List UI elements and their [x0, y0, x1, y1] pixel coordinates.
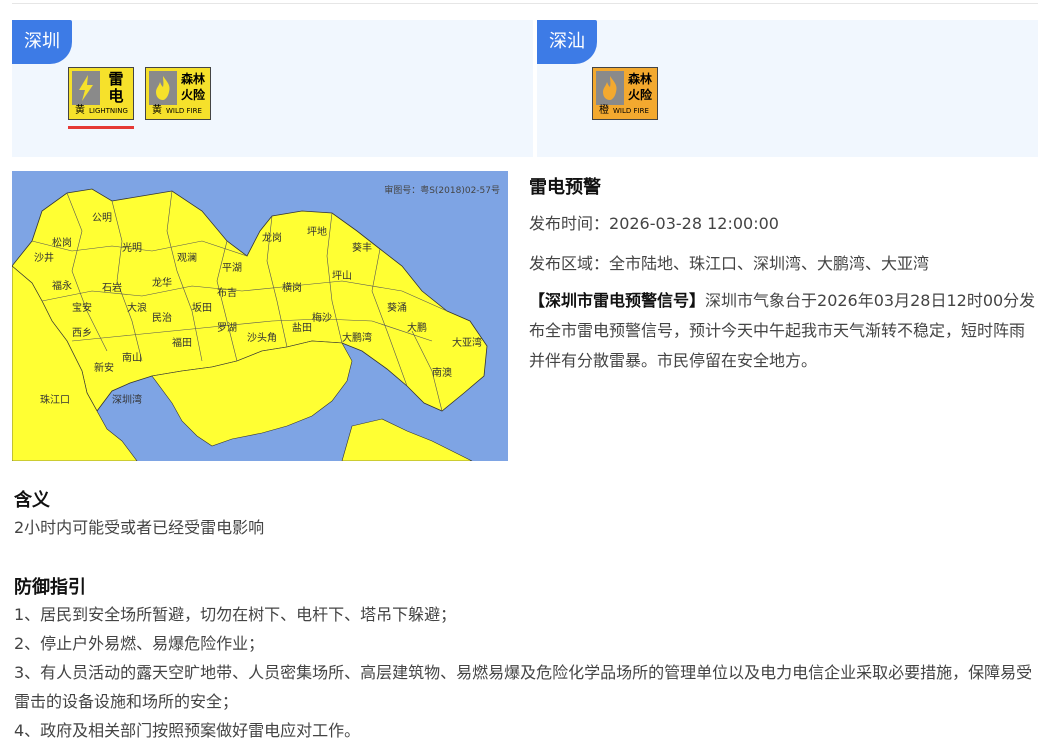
publish-time-label: 发布时间：: [529, 214, 610, 233]
map-label: 横岗: [282, 281, 302, 294]
map-label: 梅沙: [312, 311, 332, 324]
map-label: 龙岗: [262, 231, 282, 244]
region-panel-shenzhen: 深圳 雷电 黄 LIGHTNING 森林 火险 黄 WILD FIRE: [12, 20, 533, 157]
top-divider: [12, 3, 1038, 4]
map-label: 坪山: [332, 269, 352, 282]
warning-detail: 雷电预警 发布时间：2026-03-28 12:00:00 发布区域：全市陆地、…: [529, 172, 1038, 376]
fire-icon: [149, 71, 177, 105]
map-label: 公明: [92, 212, 112, 224]
warning-badge-wildfire-en: WILD FIRE: [166, 107, 202, 115]
signal-title: 【深圳市雷电预警信号】: [529, 291, 706, 310]
defense-guide-title: 防御指引: [14, 577, 86, 598]
warning-level: 黄: [75, 105, 85, 116]
map-label: 南山: [122, 351, 142, 364]
map-approval-number: 审图号：粤S(2018)02-57号: [384, 186, 500, 196]
region-panel-shenshan: 深汕 森林 火险 橙 WILD FIRE: [537, 20, 1038, 157]
map-label: 坪地: [307, 225, 327, 238]
map-label: 大浪: [127, 301, 147, 314]
map-label: 珠江口: [40, 393, 70, 406]
list-item: 2、停止户外易燃、易爆危险作业；: [14, 634, 265, 653]
warning-badge-lightning-en: LIGHTNING: [89, 107, 128, 115]
warning-level: 黄: [152, 105, 162, 116]
meaning-text: 2小时内可能受或者已经受雷电影响: [14, 518, 265, 537]
map-label: 西乡: [72, 327, 92, 339]
map-label: 龙华: [152, 276, 172, 289]
map-label: 福永: [52, 279, 72, 292]
lightning-icon: [72, 71, 100, 105]
defense-guide-list: 1、居民到安全场所暂避，切勿在树下、电杆下、塔吊下躲避； 2、停止户外易燃、易爆…: [14, 600, 1034, 745]
defense-guide-section: 防御指引 1、居民到安全场所暂避，切勿在树下、电杆下、塔吊下躲避； 2、停止户外…: [14, 576, 1034, 745]
map-label: 大鹏: [407, 321, 427, 334]
publish-area-label: 发布区域：: [529, 254, 610, 273]
map-label: 光明: [122, 241, 142, 254]
map-label: 罗湖: [217, 322, 237, 334]
list-item: 1、居民到安全场所暂避，切勿在树下、电杆下、塔吊下躲避；: [14, 605, 457, 624]
map-label: 盐田: [292, 321, 312, 334]
map-label: 南澳: [432, 366, 452, 379]
list-item: 4、政府及相关部门按照预案做好雷电应对工作。: [14, 721, 361, 740]
warning-badge-wildfire-cn: 森林 火险: [180, 72, 205, 102]
region-warning-panels: 深圳 雷电 黄 LIGHTNING 森林 火险 黄 WILD FIRE 深汕 森…: [12, 20, 1038, 157]
map-label: 布吉: [217, 287, 237, 299]
map-label: 福田: [172, 336, 192, 349]
warning-badge-lightning[interactable]: 雷电 黄 LIGHTNING: [68, 67, 134, 120]
map-label: 石岩: [102, 281, 122, 294]
list-item: 3、有人员活动的露天空旷地带、人员密集场所、高层建筑物、易燃易爆及危险化学品场所…: [14, 663, 1033, 711]
fire-icon: [596, 71, 624, 105]
region-tag-shenshan[interactable]: 深汕: [537, 20, 597, 64]
publish-time-row: 发布时间：2026-03-28 12:00:00: [529, 204, 1038, 244]
map-label: 坂田: [192, 302, 212, 314]
warning-badge-wildfire-orange[interactable]: 森林 火险 橙 WILD FIRE: [592, 67, 658, 120]
map-label: 松岗: [52, 236, 72, 249]
region-tag-shenzhen[interactable]: 深圳: [12, 20, 72, 64]
publish-time-value: 2026-03-28 12:00:00: [609, 214, 779, 233]
warning-level: 橙: [599, 105, 609, 116]
warning-badge-wildfire-en: WILD FIRE: [613, 107, 649, 115]
meaning-title: 含义: [14, 490, 50, 511]
publish-area-value: 全市陆地、珠江口、深圳湾、大鹏湾、大亚湾: [609, 254, 930, 273]
map-label: 平湖: [222, 262, 242, 274]
map-label: 大鹏湾: [342, 331, 372, 344]
map-label: 新安: [94, 361, 114, 374]
active-warning-underline: [68, 126, 134, 129]
map-label: 深圳湾: [112, 393, 142, 406]
publish-area-row: 发布区域：全市陆地、珠江口、深圳湾、大鹏湾、大亚湾: [529, 244, 1038, 284]
warning-title: 雷电预警: [529, 177, 601, 198]
warning-map: 龙岗 坪地 公明 光明 松岗 沙井 福永 西乡 龙华 观澜 布吉 平湖 横岗 盐…: [12, 171, 508, 461]
signal-description: 【深圳市雷电预警信号】深圳市气象台于2026年03月28日12时00分发布全市雷…: [529, 286, 1038, 376]
warning-badge-wildfire[interactable]: 森林 火险 黄 WILD FIRE: [145, 67, 211, 120]
warning-map-graphic: 龙岗 坪地 公明 光明 松岗 沙井 福永 西乡 龙华 观澜 布吉 平湖 横岗 盐…: [12, 188, 488, 461]
map-label: 沙头角: [247, 332, 277, 344]
map-label: 观澜: [177, 252, 197, 264]
warning-badge-lightning-cn: 雷电: [108, 70, 124, 105]
meaning-section: 含义 2小时内可能受或者已经受雷电影响: [14, 489, 1034, 543]
map-label: 民治: [152, 311, 172, 324]
map-label: 葵涌: [387, 302, 407, 314]
map-label: 宝安: [72, 301, 92, 314]
map-label: 沙井: [34, 251, 54, 264]
map-label: 葵丰: [352, 241, 372, 254]
map-label: 大亚湾: [452, 336, 482, 349]
warning-badge-wildfire-cn: 森林 火险: [627, 72, 652, 102]
